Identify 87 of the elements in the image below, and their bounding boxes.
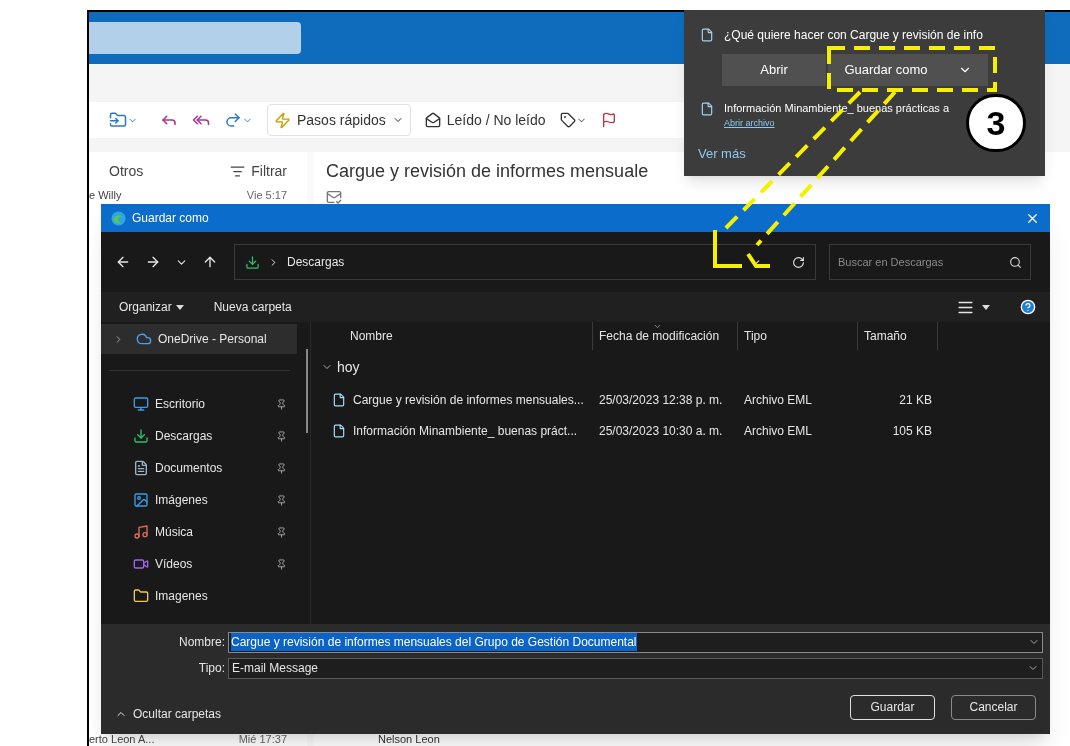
pin-icon: [276, 462, 287, 474]
file-icon: [700, 102, 714, 116]
file-icon: [332, 392, 346, 407]
monitor-icon: [133, 396, 149, 412]
save-as-button[interactable]: Guardar como: [828, 54, 988, 86]
file-size: 21 KB: [898, 391, 933, 409]
nav-item[interactable]: Descargas: [101, 420, 297, 452]
type-select[interactable]: E-mail Message: [228, 657, 1043, 679]
open-button[interactable]: Abrir: [722, 54, 826, 86]
organize-button[interactable]: Organizar: [119, 298, 184, 316]
envelope-icon: [424, 112, 441, 128]
download-name: Información Minambiente_ buenas prácticas a: [724, 101, 949, 116]
search-field[interactable]: [89, 22, 301, 54]
others-tab[interactable]: Otros: [109, 160, 144, 182]
document-icon: [133, 460, 149, 476]
refresh-icon[interactable]: [792, 255, 805, 269]
download-prompt: ¿Qué quiere hacer con Cargue y revisión de info: [724, 27, 983, 44]
hide-folders-button[interactable]: Ocultar carpetas: [115, 705, 222, 723]
move-folder-icon[interactable]: [109, 111, 138, 129]
tag-icon[interactable]: [559, 112, 587, 128]
dialog-title: Guardar como: [132, 210, 209, 227]
flag-icon[interactable]: [600, 112, 617, 128]
download-icon: [133, 428, 149, 444]
nav-item[interactable]: Música: [101, 516, 297, 548]
column-header[interactable]: Fecha de modificación: [593, 322, 738, 350]
pin-icon: [276, 430, 287, 442]
lightning-icon: [274, 111, 291, 129]
file-type: Archivo EML: [743, 422, 814, 440]
sender-name: e Willy: [89, 190, 122, 201]
image-icon: [133, 492, 149, 508]
file-icon: [332, 423, 346, 438]
search-field[interactable]: Buscar en Descargas: [829, 244, 1031, 280]
filename-field[interactable]: Cargue y revisión de informes mensuales del Grupo de Gestión Documental: [228, 631, 1043, 653]
download-icon: [245, 254, 260, 270]
sort-indicator-icon: [653, 322, 662, 331]
new-folder-button[interactable]: Nueva carpeta: [213, 298, 292, 316]
pin-icon: [276, 398, 287, 410]
message-subject: Cargue y revisión de informes mensuale: [326, 160, 649, 183]
file-name[interactable]: Información Minambiente_ buenas práct...: [353, 421, 578, 440]
column-header[interactable]: Tamaño: [858, 322, 938, 350]
quick-steps-button[interactable]: Pasos rápidos: [267, 104, 411, 136]
path-segment[interactable]: Descargas: [287, 253, 345, 271]
up-icon[interactable]: [202, 254, 218, 270]
nav-item[interactable]: Vídeos: [101, 548, 297, 580]
file-icon: [700, 28, 714, 42]
folder-icon: [133, 588, 149, 604]
help-icon[interactable]: [1020, 299, 1036, 315]
filename-label: Nombre:: [178, 634, 225, 651]
cancel-button[interactable]: Cancelar: [951, 694, 1036, 720]
pin-icon: [276, 558, 287, 570]
music-icon: [133, 524, 149, 540]
read-unread-button[interactable]: Leído / No leído: [424, 109, 546, 131]
type-label: Tipo:: [197, 660, 225, 677]
pin-icon: [276, 494, 287, 506]
file-date: 25/03/2023 12:38 p. m.: [598, 391, 724, 409]
forward-icon[interactable]: [145, 254, 161, 270]
video-icon: [133, 556, 149, 572]
scrollbar[interactable]: [306, 349, 308, 433]
file-type: Archivo EML: [743, 391, 814, 409]
nav-item[interactable]: Imagenes: [101, 580, 297, 612]
filter-button[interactable]: Filtrar: [230, 160, 287, 182]
mail-status-icon[interactable]: [326, 189, 342, 205]
sender-name: erto Leon A...: [89, 734, 155, 745]
file-size: 105 KB: [891, 422, 933, 440]
see-more-link[interactable]: Ver más: [698, 144, 746, 164]
address-bar[interactable]: Descargas: [234, 244, 816, 280]
nav-item[interactable]: Imágenes: [101, 484, 297, 516]
filter-icon: [230, 163, 246, 179]
column-header[interactable]: Tipo: [738, 322, 858, 350]
save-button[interactable]: Guardar: [850, 694, 935, 720]
back-icon[interactable]: [115, 254, 131, 270]
nav-item[interactable]: Documentos: [101, 452, 297, 484]
nav-item[interactable]: Escritorio: [101, 388, 297, 420]
open-file-link[interactable]: Abrir archivo: [724, 116, 775, 130]
cloud-icon: [136, 331, 152, 347]
sender-name: Nelson Leon: [377, 734, 440, 745]
group-header[interactable]: hoy: [319, 350, 360, 384]
browser-logo-icon: [111, 210, 126, 226]
file-name[interactable]: Cargue y revisión de informes mensuales...: [353, 390, 584, 409]
nav-item[interactable]: OneDrive - Personal: [101, 324, 297, 354]
caret-icon: [175, 304, 184, 310]
column-header[interactable]: Nombre: [319, 322, 593, 350]
message-time: Mié 17:37: [238, 734, 287, 745]
message-time: Vie 5:17: [246, 190, 287, 201]
search-icon[interactable]: [1009, 255, 1022, 269]
pin-icon: [276, 526, 287, 538]
file-date: 25/03/2023 10:30 a. m.: [598, 422, 724, 440]
